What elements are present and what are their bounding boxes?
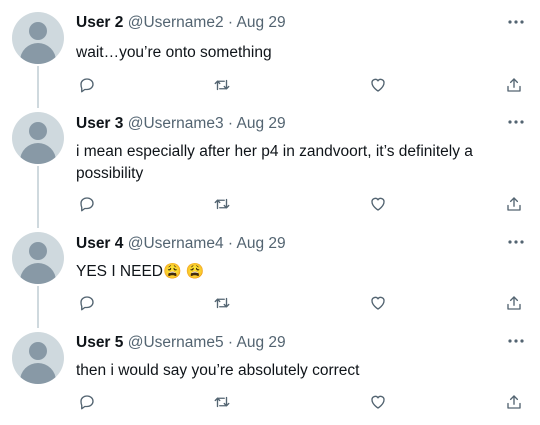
tweet-text-content: wait…you’re onto something bbox=[76, 44, 272, 61]
more-options-icon[interactable] bbox=[504, 115, 528, 129]
tweet-header: User 3 @Username3 · Aug 29 bbox=[76, 115, 286, 133]
separator-dot: · bbox=[227, 334, 234, 351]
reply-icon[interactable] bbox=[76, 74, 98, 96]
username-handle[interactable]: @Username2 bbox=[128, 14, 224, 31]
tweet-actions bbox=[0, 193, 540, 215]
display-name[interactable]: User 4 bbox=[76, 235, 123, 252]
like-heart-icon[interactable] bbox=[367, 74, 389, 96]
tweet-text: i mean especially after her p4 in zandvo… bbox=[76, 141, 516, 185]
weary-face-emoji: 😩 😩 bbox=[163, 263, 205, 280]
username-handle[interactable]: @Username5 bbox=[128, 334, 224, 351]
like-heart-icon[interactable] bbox=[367, 292, 389, 314]
tweet-date[interactable]: Aug 29 bbox=[237, 235, 286, 252]
tweet-text-content: i mean especially after her p4 in zandvo… bbox=[76, 143, 473, 182]
tweet-text: then i would say you’re absolutely corre… bbox=[76, 360, 516, 382]
retweet-icon[interactable] bbox=[211, 74, 233, 96]
retweet-icon[interactable] bbox=[211, 193, 233, 215]
tweet-header: User 4 @Username4 · Aug 29 bbox=[76, 235, 286, 253]
tweet-actions bbox=[0, 292, 540, 314]
tweet-date[interactable]: Aug 29 bbox=[237, 14, 286, 31]
share-icon[interactable] bbox=[503, 74, 525, 96]
like-heart-icon[interactable] bbox=[367, 391, 389, 413]
username-handle[interactable]: @Username4 bbox=[128, 235, 224, 252]
retweet-icon[interactable] bbox=[211, 391, 233, 413]
display-name[interactable]: User 2 bbox=[76, 14, 123, 31]
display-name[interactable]: User 3 bbox=[76, 115, 123, 132]
tweet-actions bbox=[0, 74, 540, 96]
avatar[interactable] bbox=[12, 332, 64, 384]
share-icon[interactable] bbox=[503, 193, 525, 215]
reply-icon[interactable] bbox=[76, 193, 98, 215]
reply-thread: User 2 @Username2 · Aug 29 wait…you’re o… bbox=[0, 0, 540, 425]
tweet-text: wait…you’re onto something bbox=[76, 42, 516, 64]
avatar[interactable] bbox=[12, 12, 64, 64]
tweet-header: User 2 @Username2 · Aug 29 bbox=[76, 14, 286, 32]
separator-dot: · bbox=[227, 235, 234, 252]
retweet-icon[interactable] bbox=[211, 292, 233, 314]
separator-dot: · bbox=[227, 14, 234, 31]
share-icon[interactable] bbox=[503, 292, 525, 314]
reply-icon[interactable] bbox=[76, 391, 98, 413]
avatar[interactable] bbox=[12, 232, 64, 284]
separator-dot: · bbox=[227, 115, 234, 132]
like-heart-icon[interactable] bbox=[367, 193, 389, 215]
display-name[interactable]: User 5 bbox=[76, 334, 123, 351]
tweet-actions bbox=[0, 391, 540, 413]
tweet-text-content: YES I NEED bbox=[76, 263, 163, 280]
tweet-text-content: then i would say you’re absolutely corre… bbox=[76, 362, 360, 379]
reply-icon[interactable] bbox=[76, 292, 98, 314]
share-icon[interactable] bbox=[503, 391, 525, 413]
tweet-date[interactable]: Aug 29 bbox=[237, 115, 286, 132]
avatar[interactable] bbox=[12, 112, 64, 164]
username-handle[interactable]: @Username3 bbox=[128, 115, 224, 132]
more-options-icon[interactable] bbox=[504, 15, 528, 29]
tweet-date[interactable]: Aug 29 bbox=[237, 334, 286, 351]
more-options-icon[interactable] bbox=[504, 235, 528, 249]
tweet-text: YES I NEED😩 😩 bbox=[76, 261, 516, 283]
tweet-header: User 5 @Username5 · Aug 29 bbox=[76, 334, 286, 352]
more-options-icon[interactable] bbox=[504, 334, 528, 348]
